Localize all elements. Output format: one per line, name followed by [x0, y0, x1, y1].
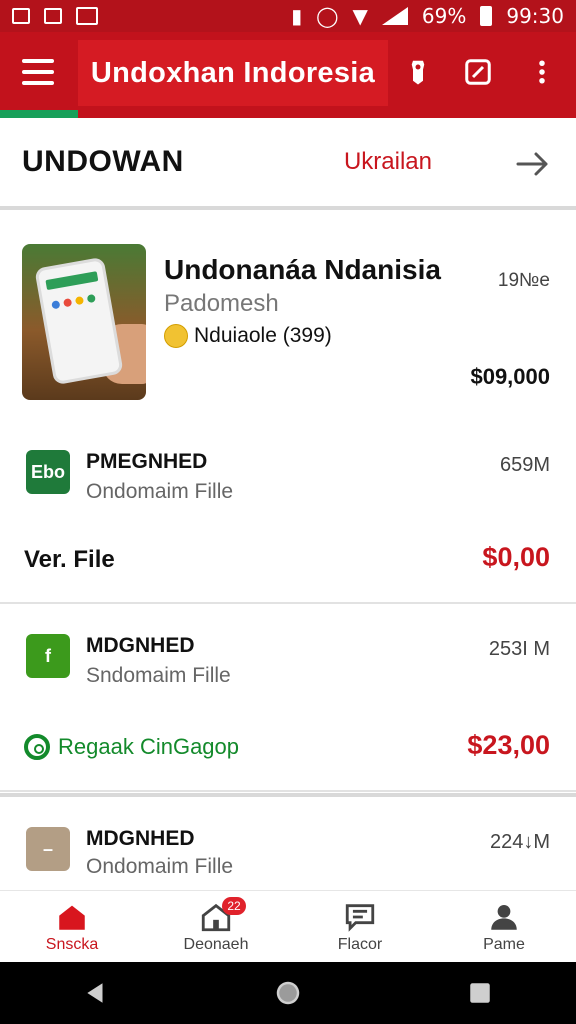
featured-card[interactable]: Undonanáa Ndanisia Padomesh Nduiaole (39…	[0, 218, 576, 428]
recents-icon[interactable]	[460, 973, 500, 1013]
item-type: Sndomaim Fille	[86, 664, 231, 687]
nav-item-pame[interactable]: Pame	[432, 891, 576, 963]
item-file-label[interactable]: Ver. File	[24, 546, 115, 574]
section-header: UNDOWAN Ukrailan	[0, 118, 576, 210]
item-size: 224↓M	[489, 831, 550, 853]
home-button-icon[interactable]	[268, 973, 308, 1013]
nav-label: Flacor	[337, 936, 383, 953]
status-bar: ▮ ◯ ▼ 69% 99:30	[0, 0, 576, 32]
item-size: 659M	[499, 454, 550, 476]
image-notification-icon	[76, 7, 98, 25]
featured-rating-text: Nduiaole (399)	[194, 324, 332, 347]
coin-icon	[164, 324, 188, 348]
ring-icon	[24, 734, 50, 760]
alarm-icon: ◯	[316, 4, 339, 28]
list-item[interactable]: – MDGNHED Ondomaim Fille 224↓M	[0, 797, 576, 890]
featured-rating: Nduiaole (399)	[164, 324, 332, 348]
item-size: 253I M	[488, 638, 550, 660]
list-item[interactable]: Ebo PMEGNHED Ondomaim Fille 659M Ver. Fi…	[0, 428, 576, 604]
nav-label: Snscka	[45, 936, 99, 953]
featured-size: 19№e	[497, 270, 550, 291]
item-price[interactable]: $0,00	[482, 542, 550, 573]
arrow-right-icon[interactable]	[514, 148, 554, 180]
item-name: MDGNHED	[86, 827, 195, 850]
item-price[interactable]: $23,00	[467, 730, 550, 761]
home-icon	[59, 905, 85, 930]
item-name: PMEGNHED	[86, 450, 208, 473]
back-icon[interactable]	[76, 973, 116, 1013]
battery-percent: 69%	[421, 4, 467, 28]
nav-item-home[interactable]: Snscka	[0, 891, 144, 963]
item-type: Ondomaim Fille	[86, 480, 234, 503]
nav-item-deonaeh[interactable]: 22 Deonaeh	[144, 891, 288, 963]
chat-icon	[345, 904, 375, 932]
clock-time: 99:30	[506, 4, 564, 28]
wifi-icon: ▼	[352, 4, 368, 28]
item-type: Ondomaim Fille	[86, 855, 234, 878]
vibrate-icon: ▮	[291, 4, 303, 28]
item-promo-text: Regaak CinGagop	[58, 734, 240, 759]
section-title: UNDOWAN	[22, 145, 184, 178]
profile-icon	[491, 904, 517, 930]
app-bar: Undoxhan Indoresia	[0, 32, 576, 118]
app-notification-icon	[44, 8, 62, 24]
system-nav-bar	[0, 962, 576, 1024]
featured-image	[22, 244, 146, 400]
nav-item-flacor[interactable]: Flacor	[288, 891, 432, 963]
menu-icon[interactable]	[20, 54, 56, 90]
list-item[interactable]: f MDGNHED Sndomaim Fille 253I M Regaak C…	[0, 606, 576, 792]
item-promo-label[interactable]: Regaak CinGagop	[24, 734, 239, 760]
app-icon: –	[26, 827, 70, 871]
item-name: MDGNHED	[86, 634, 195, 657]
section-link[interactable]: Ukrailan	[344, 148, 432, 176]
featured-price: $09,000	[470, 364, 550, 389]
app-title: Undoxhan Indoresia	[78, 40, 388, 106]
nav-label: Deonaeh	[183, 936, 249, 953]
cellular-signal-icon	[381, 7, 408, 25]
edit-icon[interactable]	[462, 56, 494, 88]
notification-icon	[12, 8, 30, 24]
featured-subtitle: Padomesh	[164, 290, 279, 317]
nav-label: Pame	[483, 936, 525, 953]
tag-icon[interactable]	[402, 56, 434, 88]
notification-badge: 22	[222, 897, 246, 915]
battery-icon	[480, 6, 493, 26]
bottom-nav: Snscka 22 Deonaeh Flacor Pame	[0, 890, 576, 963]
featured-title: Undonanáa Ndanisia	[164, 254, 441, 285]
green-accent-bar	[0, 110, 78, 118]
app-icon: f	[26, 634, 70, 678]
more-vert-icon[interactable]	[526, 56, 558, 88]
app-icon: Ebo	[26, 450, 70, 494]
